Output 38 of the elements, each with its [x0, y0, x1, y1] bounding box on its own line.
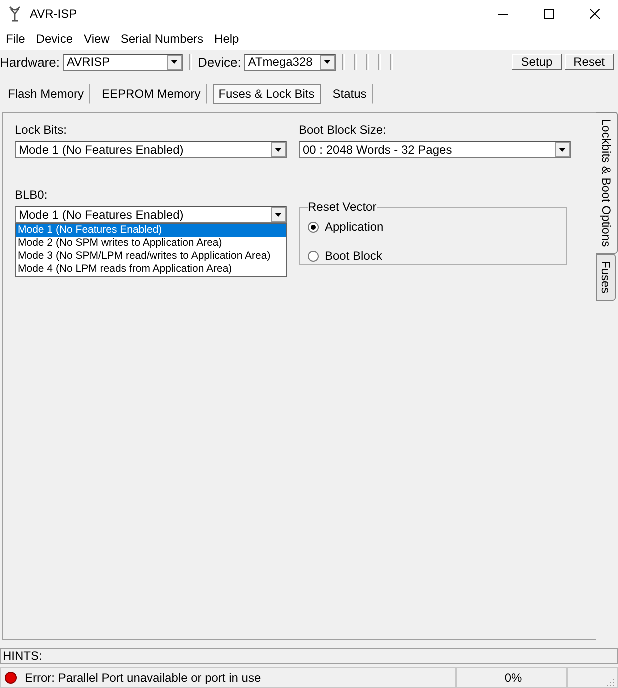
status-message: Error: Parallel Port unavailable or port in use [25, 670, 262, 684]
boot-block-size-label: Boot Block Size: [299, 123, 388, 137]
radio-label: Boot Block [325, 249, 382, 263]
lock-bits-dropdown[interactable]: Mode 1 (No Features Enabled) [15, 141, 287, 158]
close-icon [590, 9, 600, 19]
window-title: AVR-ISP [30, 7, 78, 21]
radio-button[interactable] [308, 250, 319, 262]
tab[interactable]: EEPROM Memory [96, 84, 207, 104]
menu-item[interactable]: Serial Numbers [116, 32, 211, 46]
radio-label: Application [325, 220, 384, 234]
hardware-dropdown[interactable]: AVRISP [62, 54, 183, 70]
blb0-dropdown[interactable]: Mode 1 (No Features Enabled) [15, 206, 287, 223]
lock-bits-label: Lock Bits: [15, 123, 68, 137]
boot-block-size-dropdown[interactable]: 00 : 2048 Words - 32 Pages [299, 141, 571, 158]
hardware-label: Hardware: [0, 54, 60, 70]
maximize-icon [544, 9, 554, 19]
side-tab[interactable]: Lockbits & Boot Options [596, 112, 618, 254]
progress-text: 0% [504, 670, 522, 684]
size-grip-icon[interactable] [606, 678, 615, 687]
blb0-label: BLB0: [15, 188, 49, 202]
menu-item[interactable]: Device [32, 32, 80, 46]
toolbar-button[interactable]: Reset [564, 54, 614, 70]
menu-item[interactable]: File [2, 32, 32, 46]
radio-button[interactable] [308, 222, 319, 232]
dropdown-option[interactable]: Mode 1 (No Features Enabled) [16, 224, 286, 237]
device-dropdown[interactable]: ATmega328 [244, 54, 336, 70]
error-icon [5, 672, 17, 684]
side-tab[interactable]: Fuses [596, 254, 616, 301]
hints-label: HINTS: [3, 649, 42, 663]
toolbar-button[interactable]: Setup [512, 54, 562, 70]
device-label: Device: [198, 54, 242, 70]
menu-item[interactable]: Help [210, 32, 246, 46]
tab[interactable]: Fuses & Lock Bits [212, 84, 321, 104]
menu-item[interactable]: View [80, 32, 117, 46]
tab[interactable]: Status [326, 84, 373, 104]
app-icon [8, 6, 22, 22]
group-title: Reset Vector [308, 200, 377, 214]
tab[interactable]: Flash Memory [2, 84, 90, 104]
